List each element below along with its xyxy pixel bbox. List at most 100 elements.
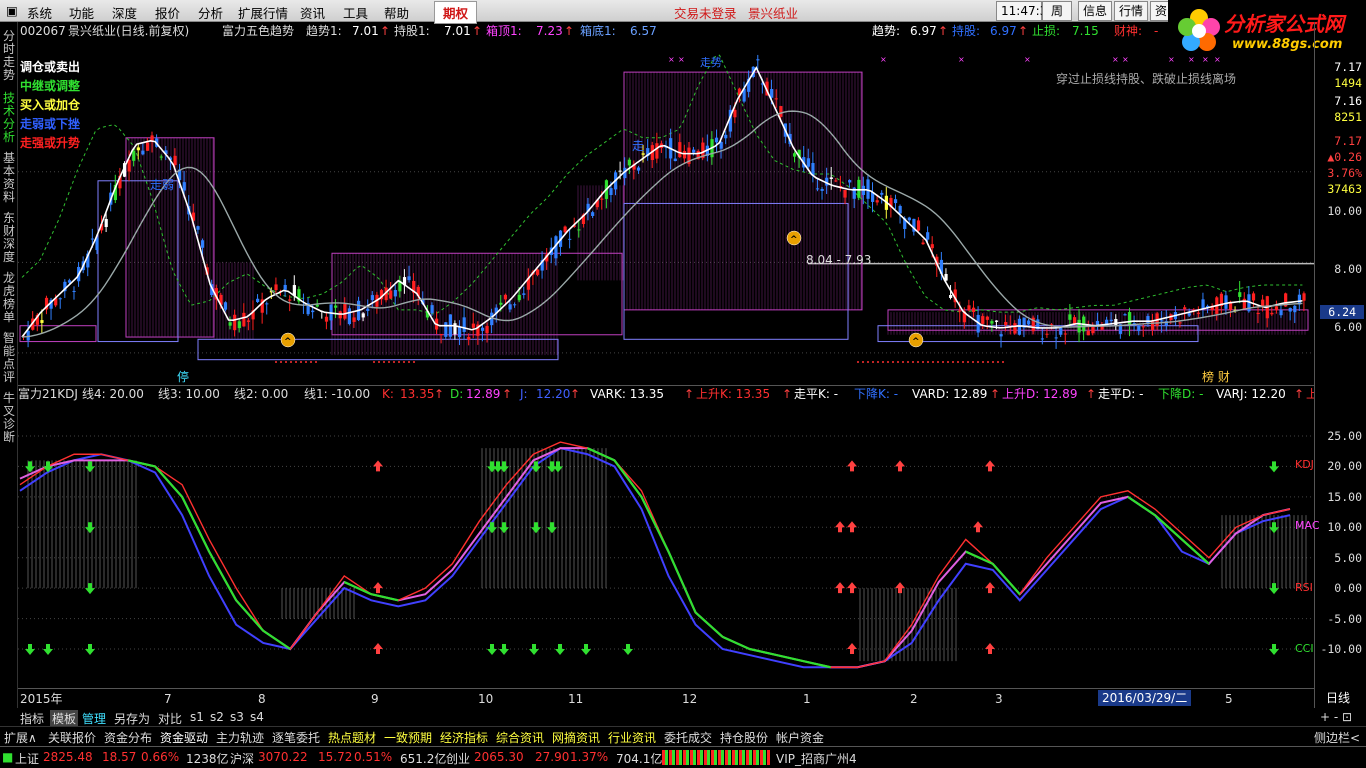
candle-body: [600, 198, 604, 200]
menu-news[interactable]: 资讯: [300, 3, 325, 22]
axis-change-pct: 3.76%: [1327, 166, 1362, 180]
menu-tools[interactable]: 工具: [343, 3, 368, 22]
kdj-falling-segment: [235, 599, 265, 632]
support-dot: [917, 360, 919, 363]
down-arrow-icon: [499, 522, 509, 534]
menu-options-active[interactable]: 期权: [434, 1, 478, 24]
toolbar-hot-topics[interactable]: 热点题材: [328, 729, 376, 746]
hs-label[interactable]: 沪深: [230, 750, 254, 767]
menu-depth[interactable]: 深度: [112, 3, 137, 22]
kdj-j-label: J:: [520, 387, 528, 401]
toolbar-economic[interactable]: 经济指标: [440, 729, 488, 746]
tab-compare[interactable]: 对比: [158, 710, 182, 727]
info-button[interactable]: 信息: [1078, 1, 1112, 21]
tab-fundamentals[interactable]: 基本资料: [1, 152, 17, 204]
tab-s3[interactable]: s3: [230, 710, 244, 724]
period-daily[interactable]: 日线: [1326, 691, 1350, 705]
axis-change-value: 0.26: [1334, 150, 1362, 164]
candle-body: [136, 147, 140, 151]
toolbar-orders[interactable]: 委托成交: [664, 729, 712, 746]
candle-body: [1045, 333, 1049, 335]
menu-function[interactable]: 功能: [69, 3, 94, 22]
toolbar-fund-distribution[interactable]: 资金分布: [104, 729, 152, 746]
candle-body: [513, 304, 517, 306]
x-marker: ×: [958, 55, 965, 64]
candle-body: [1238, 292, 1242, 297]
tab-eastmoney-depth[interactable]: 东财深度: [1, 212, 17, 264]
up-arrow-icon: ↑: [1018, 24, 1029, 38]
tab-template[interactable]: 模板: [50, 710, 79, 727]
candle-body: [641, 153, 645, 155]
tab-smart-review[interactable]: 智能点评: [1, 332, 17, 384]
candle-body: [485, 326, 489, 334]
tab-dragon-tiger[interactable]: 龙虎榜单: [1, 272, 17, 324]
market-breadth-bar: [662, 750, 770, 765]
candle-body: [1123, 314, 1127, 316]
candle-body: [72, 290, 76, 292]
candle-body: [1086, 330, 1090, 336]
axis-price-3: 7.17: [1334, 134, 1362, 148]
up-arrow-icon: ↑: [684, 387, 695, 401]
toolbar-fund-drive[interactable]: 资金驱动: [160, 729, 208, 746]
kdj-falling-segment: [965, 550, 994, 565]
kdj-falling-segment: [694, 611, 724, 638]
tab-diagnosis[interactable]: 牛叉诊断: [1, 392, 17, 444]
menu-system[interactable]: 系统: [27, 3, 52, 22]
candle-body: [994, 320, 999, 322]
clock-time: 11:47:33: [996, 1, 1055, 21]
candle-body: [223, 302, 228, 310]
right-price-axis: 7.17 1494 7.16 8251 7.17 ▲0.26 3.76% 374…: [1314, 22, 1366, 708]
tab-s4[interactable]: s4: [250, 710, 264, 724]
trend1-value: 7.01: [352, 24, 379, 38]
toolbar-account[interactable]: 帐户资金: [776, 729, 824, 746]
toolbar-expand[interactable]: 扩展∧: [4, 729, 37, 746]
tab-manage[interactable]: 管理: [82, 710, 106, 727]
tab-save-as[interactable]: 另存为: [114, 710, 150, 727]
indicator-tabs: 指标 模板 管理 另存为 对比 s1 s2 s3 s4 + - ⊡: [0, 708, 1366, 727]
tab-intraday[interactable]: 分时走势: [1, 30, 17, 82]
up-arrow-icon: ↑: [502, 387, 513, 401]
kdj-chart[interactable]: [18, 401, 1314, 688]
candle-body: [1183, 307, 1187, 310]
sh-label[interactable]: 上证: [15, 750, 39, 767]
zoom-controls[interactable]: + - ⊡: [1320, 710, 1352, 724]
menu-quote[interactable]: 报价: [155, 3, 180, 22]
candle-body: [480, 327, 485, 331]
candle-body: [926, 232, 930, 240]
support-dot: [280, 360, 282, 363]
kdj-axis-15: 15.00: [1327, 490, 1362, 504]
tab-s1[interactable]: s1: [190, 710, 204, 724]
time-label-dec: 12: [682, 692, 698, 706]
kdj-falling-segment: [208, 551, 238, 601]
support-dot: [872, 360, 874, 363]
toolbar-related-quote[interactable]: 关联报价: [48, 729, 96, 746]
support-dot: [907, 360, 909, 363]
wealth-value: -: [1154, 24, 1159, 38]
menu-system-icon[interactable]: ▣: [6, 3, 18, 18]
toolbar-main-track[interactable]: 主力轨迹: [216, 729, 264, 746]
down-arrow-icon: [43, 644, 53, 655]
toolbar-consensus[interactable]: 一致预期: [384, 729, 432, 746]
toolbar-web-digest[interactable]: 网摘资讯: [552, 729, 600, 746]
up-arrow-icon: [985, 460, 995, 472]
time-axis: 2015年 7 8 9 10 11 12 1 2 3 2016/03/29/二 …: [18, 688, 1314, 708]
down-arrow-icon: [499, 644, 509, 655]
toolbar-sidebar-toggle[interactable]: 侧边栏<: [1314, 729, 1360, 746]
price-chart[interactable]: × × × × × × × × × × ×^^^: [18, 40, 1314, 385]
tab-indicator[interactable]: 指标: [20, 710, 44, 727]
toolbar-tick-orders[interactable]: 逐笔委托: [272, 729, 320, 746]
cy-label[interactable]: 创业: [446, 750, 470, 767]
tab-technical[interactable]: 技术分析: [1, 92, 17, 144]
menu-analysis[interactable]: 分析: [198, 3, 223, 22]
market-button[interactable]: 行情: [1114, 1, 1148, 21]
support-dot: [393, 360, 395, 363]
kdj-rise-d: 上升D: 12.89: [1002, 387, 1078, 401]
menu-extended-market[interactable]: 扩展行情: [238, 3, 288, 22]
tab-s2[interactable]: s2: [210, 710, 224, 724]
resource-button[interactable]: 资: [1150, 1, 1170, 21]
candle-body: [237, 321, 241, 329]
toolbar-industry-news[interactable]: 行业资讯: [608, 729, 656, 746]
menu-help[interactable]: 帮助: [384, 3, 409, 22]
toolbar-comprehensive-news[interactable]: 综合资讯: [496, 729, 544, 746]
toolbar-positions[interactable]: 持仓股份: [720, 729, 768, 746]
